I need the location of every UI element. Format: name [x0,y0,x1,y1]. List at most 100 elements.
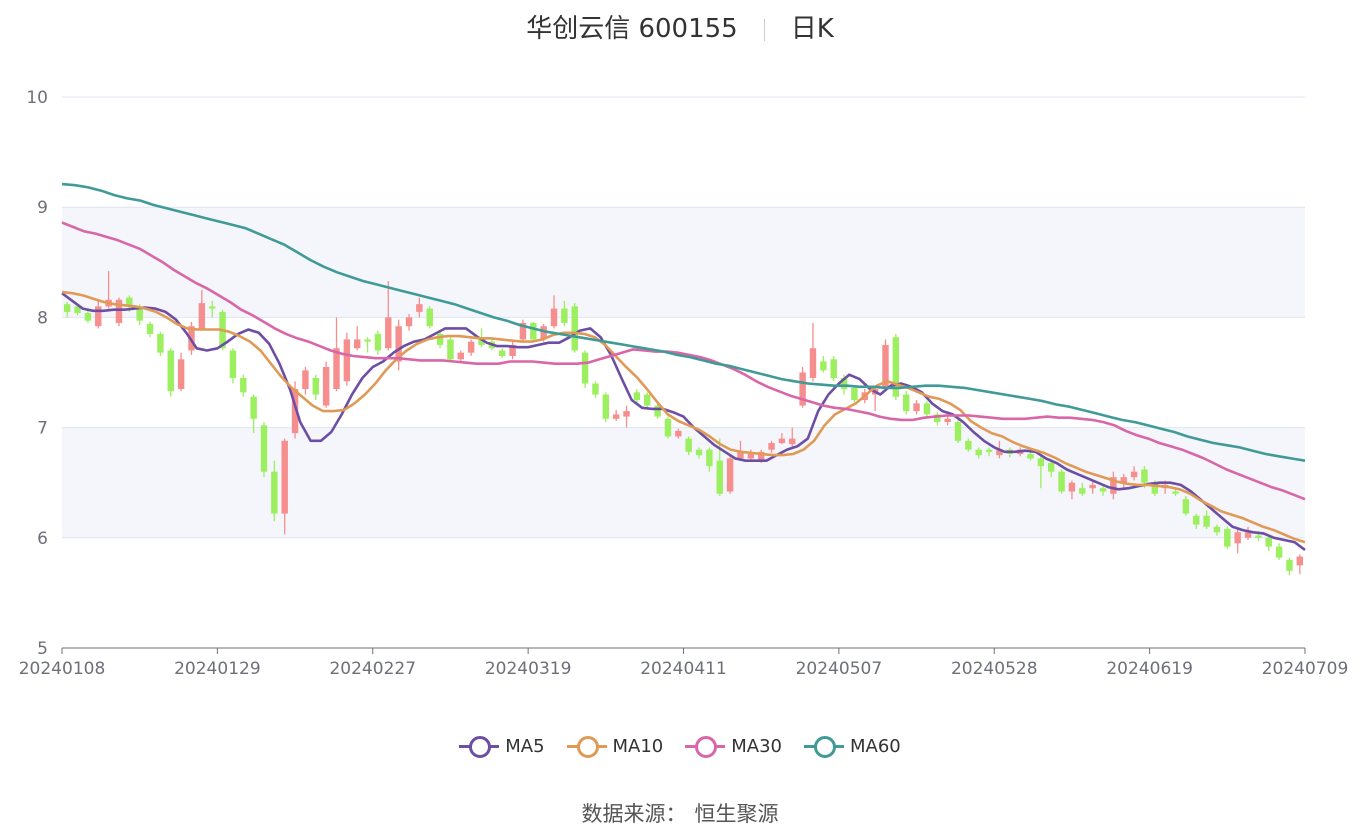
candle-down [1224,528,1231,547]
candle-down [260,425,268,472]
candle-down [695,449,703,456]
candle-down [851,387,858,401]
candle-down [1286,559,1293,571]
candle-up [1244,532,1252,538]
candle-up [322,366,330,406]
x-tick-label: 20240129 [174,659,261,679]
candle-down [706,449,713,467]
candle-up [385,317,392,349]
y-axis: 5 6 7 8 9 10 [26,88,48,659]
candle-down [654,405,661,417]
candle-down [1027,454,1034,459]
candle-down [644,394,651,406]
legend-item-ma30[interactable]: MA30 [685,735,783,758]
candle-up [913,403,920,412]
source-label: 数据来源： [581,802,687,826]
candle-up [333,348,340,390]
candle-up [944,418,951,423]
legend-label: MA60 [850,735,901,757]
candle-down [1172,491,1179,494]
candle-down [447,339,454,360]
y-tick-label: 7 [37,419,48,439]
candle-down [208,306,216,309]
chart-stage: 华创云信 600155 日K 5 6 7 8 9 10 20240108 20240129 20… [0,0,1360,828]
legend: MA5 MA10 MA30 MA60 [0,735,1360,758]
candle-up [675,430,682,437]
candle-down [985,449,993,452]
candle-up [1068,482,1076,492]
candle-down [664,418,672,437]
candle-up [177,359,185,390]
candle-up [302,370,309,390]
candle-down [240,378,247,393]
candle-down [1275,546,1283,558]
candle-up [809,348,817,379]
legend-label: MA5 [505,735,545,757]
candle-down [830,359,837,379]
y-tick-label: 9 [37,198,48,218]
candle-down [716,460,723,494]
candle-down [954,422,962,441]
candle-up [1296,556,1304,566]
y-tick-label: 6 [37,529,48,549]
candle-up [467,341,475,353]
candle-down [271,471,278,514]
x-tick-label: 20240507 [796,659,883,679]
candle-down [923,403,931,415]
candle-up [747,454,755,459]
candle-down [1048,462,1055,472]
candle-up [612,414,620,419]
x-tick-label: 20240319 [485,659,572,679]
legend-label: MA10 [612,735,664,757]
data-source: 数据来源： 恒生聚源 [0,798,1360,828]
candle-down [63,304,71,312]
legend-item-ma10[interactable]: MA10 [566,735,664,758]
candle-up [354,339,361,349]
candle-down [364,339,371,342]
legend-marker-icon [685,735,726,758]
candle-down [1182,499,1190,514]
candle-down [1058,471,1065,492]
candle-up [457,352,465,360]
y-tick-label: 10 [26,88,48,108]
candle-up [778,438,786,444]
candle-down [633,392,641,401]
candle-down [426,308,433,327]
candle-up [550,308,558,327]
candle-down [1265,537,1272,547]
candle-down [229,350,237,379]
candle-up [416,304,423,312]
candle-down [312,378,319,395]
legend-marker-icon [566,735,607,758]
candle-up [1089,484,1096,489]
candle-down [1141,469,1148,483]
legend-label: MA30 [731,735,783,757]
candle-down [1203,515,1210,527]
y-tick-label: 5 [37,639,48,659]
candle-down [685,438,692,452]
candle-up [198,303,206,329]
candle-down [1099,488,1107,492]
candle-down [602,394,610,419]
candle-up [405,317,413,327]
x-tick-label: 20240528 [951,659,1038,679]
candle-up [1234,532,1241,544]
candle-down [592,383,599,395]
legend-item-ma60[interactable]: MA60 [804,735,901,758]
candle-down [975,449,982,456]
candle-down [374,333,382,351]
candle-down [146,324,154,334]
candle-up [623,411,630,417]
x-axis: 20240108 20240129 20240227 20240319 20240411… [19,647,1349,679]
candle-down [581,352,589,384]
x-tick-label: 20240709 [1262,659,1349,679]
legend-marker-icon [804,735,845,758]
candle-up [768,443,775,450]
legend-marker-icon [459,735,500,758]
candle-down [1193,515,1200,525]
candle-down [965,440,972,450]
legend-item-ma5[interactable]: MA5 [459,735,545,758]
candle-down [571,306,578,351]
source-provider: 恒生聚源 [694,802,779,826]
candle-down [84,312,92,321]
